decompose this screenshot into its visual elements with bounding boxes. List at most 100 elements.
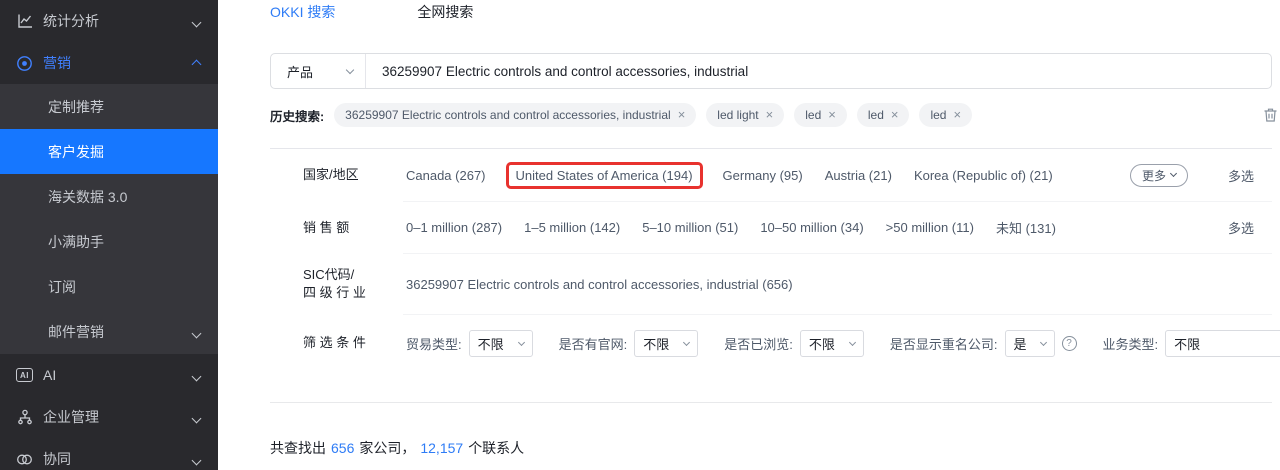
sidebar-item-ai[interactable]: AI AI [0,354,218,396]
sic-selected-value[interactable]: 36259907 Electric controls and control a… [406,277,793,292]
sidebar-item-label: 邮件营销 [48,323,104,340]
history-tag-text: 36259907 Electric controls and control a… [345,108,671,122]
chevron-down-icon [191,324,202,340]
marketing-submenu: 定制推荐 客户发掘 海关数据 3.0 小满助手 订阅 邮件营销 [0,84,218,354]
sales-option[interactable]: 未知 (131) [996,218,1056,237]
sidebar-item-label: AI [43,367,57,383]
sales-multi-select-link[interactable]: 多选 [1228,218,1254,237]
history-tag[interactable]: led × [856,103,910,127]
chevron-down-icon [191,367,202,383]
history-search-label: 历史搜索: [270,109,325,124]
condition-fields: 贸易类型: 不限 是否有官网: 不限 是否已浏览: 不限 是否显示重名公司: 是… [406,329,1280,357]
condition-duplicate-name: 是否显示重名公司: 是 ? [889,329,1077,357]
condition-label: 是否显示重名公司: [889,336,998,352]
clear-history-button[interactable] [1263,107,1278,123]
chevron-up-icon [191,55,202,71]
close-icon[interactable]: × [828,108,836,121]
sic-label-line1: SIC代码/ [303,267,355,282]
sales-option[interactable]: 10–50 million (34) [760,220,863,235]
chevron-down-icon [848,338,856,346]
sidebar-item-label: 企业管理 [43,409,99,425]
sidebar-item-custom-recommend[interactable]: 定制推荐 [0,84,218,129]
condition-label: 是否有官网: [558,336,628,352]
sidebar-item-customer-discovery[interactable]: 客户发掘 [0,129,218,174]
sidebar-item-label: 协同 [43,451,71,467]
trade-type-select[interactable]: 不限 [468,329,533,357]
chevron-down-icon [191,409,202,425]
sidebar-item-xiaoman-assistant[interactable]: 小满助手 [0,219,218,264]
sidebar-item-label: 定制推荐 [48,98,104,115]
has-website-select[interactable]: 不限 [634,329,699,357]
history-tag[interactable]: 36259907 Electric controls and control a… [334,103,697,127]
sidebar-item-label: 订阅 [48,278,76,295]
search-mode-tabs: OKKI 搜索 全网搜索 [270,2,473,22]
search-category-dropdown[interactable]: 产品 [271,54,366,88]
target-icon [16,55,33,72]
history-tag[interactable]: led × [919,103,973,127]
summary-prefix: 共查找出 [270,440,326,456]
sales-options: 0–1 million (287) 1–5 million (142) 5–10… [406,218,1272,237]
chevron-down-icon [191,451,202,467]
sidebar-item-collaboration[interactable]: 协同 [0,438,218,470]
tab-web-search[interactable]: 全网搜索 [417,2,473,22]
chevron-down-icon [683,338,691,346]
sales-option[interactable]: 5–10 million (51) [642,220,738,235]
condition-has-website: 是否有官网: 不限 [558,329,699,357]
viewed-select[interactable]: 不限 [799,329,864,357]
search-category-label: 产品 [287,64,314,80]
sales-option[interactable]: >50 million (11) [886,220,974,235]
condition-label: 是否已浏览: [724,336,793,352]
duplicate-name-select[interactable]: 是 [1004,329,1055,357]
sidebar-item-label: 小满助手 [48,233,104,250]
sidebar-item-subscription[interactable]: 订阅 [0,264,218,309]
chevron-down-icon [345,65,355,74]
history-tag[interactable]: led light × [706,103,785,127]
more-label: 更多 [1141,168,1166,183]
condition-label: 贸易类型: [406,336,462,352]
country-option-highlighted[interactable]: United States of America (194) [505,161,703,189]
help-icon[interactable]: ? [1061,335,1077,351]
chevron-down-icon [1169,169,1178,178]
close-icon[interactable]: × [953,108,961,121]
company-count: 656 [331,440,355,456]
sales-option[interactable]: 1–5 million (142) [524,220,620,235]
select-value: 不限 [477,336,504,352]
sidebar-item-marketing[interactable]: 营销 [0,42,218,84]
business-type-select[interactable]: 不限 [1165,329,1280,357]
ai-icon: AI [16,367,33,384]
summary-middle: 家公司， [359,440,416,456]
sidebar-item-customs-data[interactable]: 海关数据 3.0 [0,174,218,219]
summary-suffix: 个联系人 [468,440,525,456]
history-tag-text: led [805,108,822,122]
filter-row-country: 国家/地区 Canada (267) United States of Amer… [270,149,1272,201]
select-value: 不限 [808,336,835,352]
filter-panel: 国家/地区 Canada (267) United States of Amer… [270,148,1280,403]
history-tag-text: led light [717,108,759,122]
country-option[interactable]: Korea (Republic of) (21) [914,168,1053,183]
line-chart-icon [16,13,33,30]
country-option[interactable]: Canada (267) [406,168,486,183]
sidebar-item-enterprise-management[interactable]: 企业管理 [0,396,218,438]
sidebar-item-label: 营销 [43,55,71,71]
sic-label-line2: 四 级 行 业 [303,285,366,300]
sales-filter-label: 销 售 额 [303,219,350,235]
country-more-button[interactable]: 更多 [1129,163,1188,187]
close-icon[interactable]: × [891,108,899,121]
condition-trade-type: 贸易类型: 不限 [406,329,533,357]
close-icon[interactable]: × [678,108,686,121]
sales-option[interactable]: 0–1 million (287) [406,220,502,235]
tab-okki-search[interactable]: OKKI 搜索 [270,2,335,22]
search-bar: 产品 [270,53,1272,89]
sidebar-item-statistics[interactable]: 统计分析 [0,0,218,42]
country-option[interactable]: Austria (21) [825,168,892,183]
history-tag[interactable]: led × [794,103,847,127]
sidebar-item-email-marketing[interactable]: 邮件营销 [0,309,218,354]
conditions-filter-label: 筛 选 条 件 [303,335,366,350]
chevron-down-icon [191,13,202,29]
chevron-down-icon [1039,338,1047,346]
country-multi-select-link[interactable]: 多选 [1228,166,1254,185]
close-icon[interactable]: × [766,108,774,121]
sidebar: 统计分析 营销 定制推荐 客户发掘 海关数据 3.0 小满助手 订阅 邮件营销 [0,0,218,470]
country-option[interactable]: Germany (95) [723,168,803,183]
search-input[interactable] [366,63,1271,79]
